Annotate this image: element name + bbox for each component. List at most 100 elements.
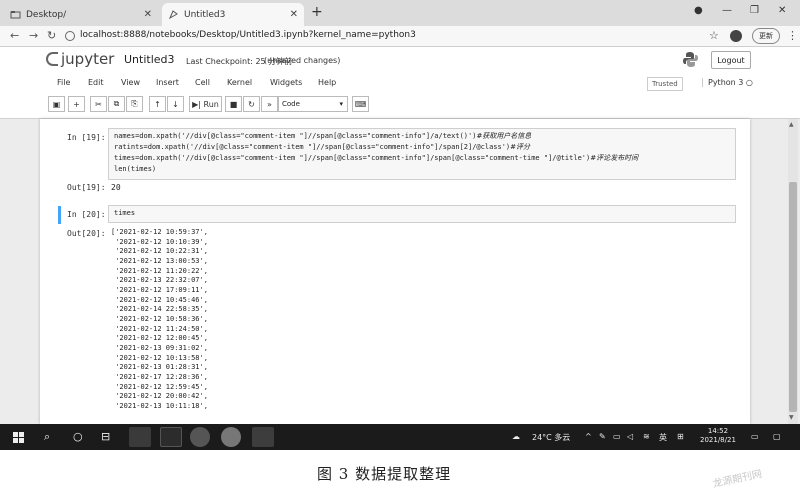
pen-icon[interactable]: ✎ (599, 432, 606, 441)
output-line: '2021-02-13 09:31:02', (111, 343, 208, 352)
output-line: '2021-02-17 12:28:36', (111, 372, 208, 381)
copy-icon[interactable]: ⧉ (108, 96, 125, 112)
tab-untitled3[interactable]: Untitled3 ✕ (162, 3, 304, 26)
menu-help[interactable]: Help (318, 78, 336, 87)
network-icon[interactable]: ≋ (643, 432, 650, 441)
code-cell-input[interactable]: times (108, 205, 736, 223)
app-chrome-icon[interactable] (190, 427, 210, 447)
search-icon[interactable]: ⌕ (44, 430, 50, 444)
run-button[interactable]: ▶| Run (189, 96, 222, 112)
output-line: '2021-02-12 10:13:58', (111, 353, 208, 362)
notebook-title[interactable]: Untitled3 (124, 53, 175, 66)
chat-icon[interactable]: ▢ (773, 432, 781, 441)
out-prompt: Out[19]: (67, 183, 106, 192)
update-button[interactable]: 更新 (752, 28, 780, 44)
menu-edit[interactable]: Edit (88, 78, 104, 87)
restart-icon[interactable]: ↻ (243, 96, 260, 112)
back-icon[interactable]: ← (10, 29, 19, 42)
menu-kernel[interactable]: Kernel (227, 78, 252, 87)
cut-icon[interactable]: ✂ (90, 96, 107, 112)
task-view-icon[interactable]: ⊟ (101, 430, 110, 443)
clock-time: 14:52 (707, 427, 729, 435)
restore-icon[interactable]: ❐ (750, 5, 759, 16)
move-up-icon[interactable]: ↑ (149, 96, 166, 112)
menu-bar: File Edit View Insert Cell Kernel Widget… (46, 75, 764, 93)
tab-desktop[interactable]: Desktop/ ✕ (4, 3, 158, 26)
menu-cell[interactable]: Cell (195, 78, 210, 87)
reload-icon[interactable]: ↻ (47, 29, 56, 42)
cloud-icon: ☁ (512, 432, 520, 441)
windows-start-icon[interactable] (13, 432, 24, 443)
info-icon[interactable] (65, 31, 75, 41)
minimize-icon[interactable]: — (722, 5, 732, 16)
app-browser-icon[interactable] (129, 427, 151, 447)
output-line: '2021-02-12 13:00:53', (111, 256, 208, 265)
chevron-up-icon[interactable]: ^ (585, 432, 592, 441)
forward-icon[interactable]: → (29, 29, 38, 42)
input-grid-icon[interactable]: ⊞ (677, 432, 684, 441)
app-chrome-icon[interactable] (221, 427, 241, 447)
output-line: '2021-02-12 11:24:50', (111, 324, 208, 333)
notification-icon[interactable]: ▭ (751, 432, 759, 441)
menu-insert[interactable]: Insert (156, 78, 179, 87)
tab-label: Untitled3 (184, 9, 226, 20)
menu-file[interactable]: File (57, 78, 70, 87)
scroll-up-icon[interactable]: ▲ (789, 121, 794, 128)
battery-icon[interactable]: ▭ (613, 432, 621, 441)
output-line: '2021-02-12 10:58:36', (111, 314, 208, 323)
notebook-toolbar: ▣ + ✂ ⧉ ⎘ ↑ ↓ ▶| Run ■ ↻ » Code ▾ ⌨ (46, 96, 386, 114)
menu-kebab-icon[interactable]: ⋮ (787, 29, 798, 42)
selected-cell-indicator (58, 206, 61, 224)
code-line: len(times) (114, 165, 157, 173)
output-line: '2021-02-12 10:10:39', (111, 237, 208, 246)
figure-caption: 图 3 数据提取整理 (317, 465, 452, 483)
output-line: '2021-02-13 01:28:31', (111, 363, 208, 372)
move-down-icon[interactable]: ↓ (167, 96, 184, 112)
clock[interactable]: 14:52 2021/8/21 (700, 427, 736, 445)
bookmark-star-icon[interactable]: ☆ (709, 29, 719, 42)
profile-avatar[interactable] (730, 30, 742, 42)
tab-label: Desktop/ (26, 9, 67, 20)
logout-button[interactable]: Logout (711, 51, 751, 69)
scroll-down-icon[interactable]: ▼ (789, 414, 794, 421)
keyboard-icon[interactable]: ⌨ (352, 96, 369, 112)
fast-forward-icon[interactable]: » (261, 96, 278, 112)
kernel-status-icon: ○ (745, 78, 753, 87)
python-logo-icon (683, 52, 698, 67)
weather-text[interactable]: 24°C 多云 (532, 432, 570, 443)
cell-output: ['2021-02-12 10:59:37', '2021-02-12 10:1… (111, 228, 208, 411)
plus-icon[interactable]: + (311, 4, 323, 20)
cortana-icon[interactable]: ○ (73, 430, 83, 443)
record-icon[interactable]: ● (694, 5, 703, 16)
insert-cell-icon[interactable]: + (68, 96, 85, 112)
jupyter-header: jupyter Untitled3 Last Checkpoint: 25 分钟… (0, 48, 800, 72)
code-line: names=dom.xpath('//div[@class="comment-i… (114, 132, 532, 140)
output-line: '2021-02-12 20:00:42', (111, 392, 208, 401)
menu-widgets[interactable]: Widgets (270, 78, 302, 87)
code-cell-input[interactable]: names=dom.xpath('//div[@class="comment-i… (108, 128, 736, 180)
output-line: '2021-02-12 10:22:31', (111, 247, 208, 256)
kernel-indicator: Python 3 ○ (702, 78, 753, 87)
close-icon[interactable]: ✕ (144, 9, 152, 20)
url-field[interactable]: localhost:8888/notebooks/Desktop/Untitle… (80, 30, 416, 40)
save-icon[interactable]: ▣ (48, 96, 65, 112)
ime-indicator[interactable]: 英 (659, 432, 667, 443)
volume-icon[interactable]: ◁ (627, 432, 633, 441)
jupyter-logo-text: jupyter (61, 50, 115, 68)
menu-view[interactable]: View (121, 78, 140, 87)
unsaved-status: (unsaved changes) (264, 56, 341, 65)
app-word-icon[interactable] (252, 427, 274, 447)
close-icon[interactable]: ✕ (290, 9, 298, 20)
scrollbar-thumb[interactable] (789, 182, 797, 412)
close-window-icon[interactable]: ✕ (778, 5, 786, 16)
trusted-indicator[interactable]: Trusted (647, 77, 683, 91)
output-line: '2021-02-12 12:00:45', (111, 334, 208, 343)
cell-type-select[interactable]: Code ▾ (278, 96, 348, 112)
paste-icon[interactable]: ⎘ (126, 96, 143, 112)
output-line: '2021-02-12 17:09:11', (111, 285, 208, 294)
output-line: '2021-02-12 11:20:22', (111, 266, 208, 275)
address-bar: ← → ↻ localhost:8888/notebooks/Desktop/U… (0, 26, 800, 47)
stop-icon[interactable]: ■ (225, 96, 242, 112)
app-terminal-icon[interactable] (160, 427, 182, 447)
jupyter-logo[interactable]: jupyter (46, 50, 114, 68)
